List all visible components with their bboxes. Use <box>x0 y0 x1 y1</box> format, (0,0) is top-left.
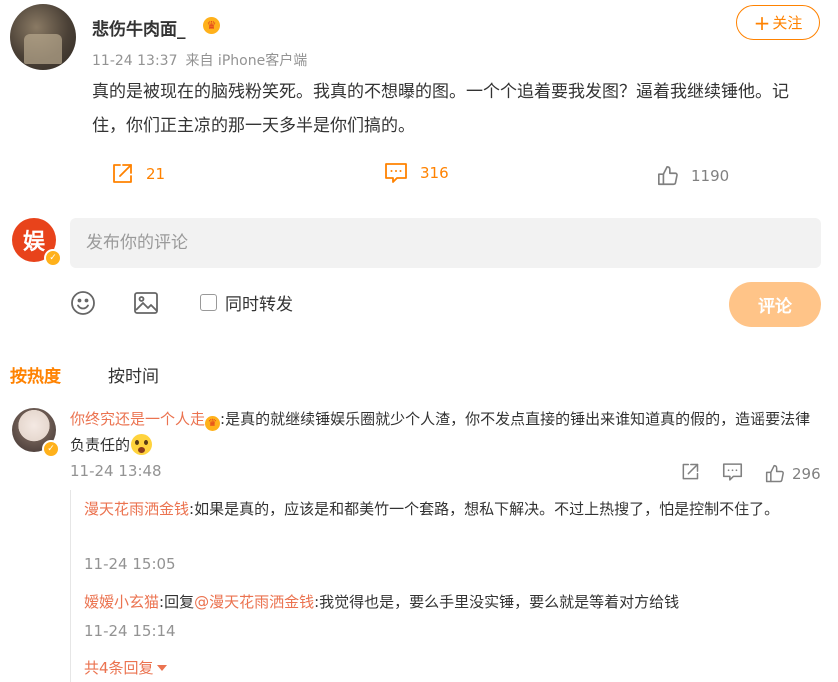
reply-item: 嫒嫒小玄猫:回复@漫天花雨洒金钱:我觉得也是，要么手里没实锤，要么就是等着对方给… <box>84 589 814 615</box>
like-count: 1190 <box>691 167 730 185</box>
commenter-name[interactable]: 你终究还是一个人走 <box>70 410 205 428</box>
forward-label: 同时转发 <box>225 295 293 315</box>
comment-button[interactable]: 316 <box>384 162 449 184</box>
author-avatar[interactable] <box>10 4 76 70</box>
post-time: 11-24 13:37 <box>92 53 178 69</box>
reply-author[interactable]: 漫天花雨洒金钱 <box>84 500 189 518</box>
emoji-icon[interactable] <box>70 290 96 320</box>
author-name[interactable]: 悲伤牛肉面_ <box>92 15 186 40</box>
post-text: 真的是被现在的脑残粉笑死。我真的不想曝的图。一个个追着要我发图？逼着我继续锤他。… <box>92 82 789 136</box>
reply-author[interactable]: 嫒嫒小玄猫 <box>84 593 159 611</box>
follow-label: 关注 <box>772 14 803 32</box>
reply-mention[interactable]: @漫天花雨洒金钱 <box>194 593 314 611</box>
comment-text: 你终究还是一个人走 ♛:是真的就继续锤娱乐圈就少个人渣，你不发点直接的锤出来谁知道… <box>70 406 820 458</box>
vip-crown-icon: ♛ <box>203 17 220 34</box>
share-count: 21 <box>146 165 166 183</box>
reply-body: :如果是真的，应该是和都美竹一个套路，想私下解决。不过上热搜了，怕是控制不住了。 <box>189 500 780 518</box>
tab-sort-hot[interactable]: 按热度 <box>10 362 61 387</box>
comment-count: 316 <box>420 164 449 182</box>
post-source: 来自 iPhone客户端 <box>185 53 308 69</box>
comment-time: 11-24 13:48 <box>70 462 162 480</box>
reply-time: 11-24 15:05 <box>84 555 176 573</box>
plus-icon: + <box>753 10 771 35</box>
reply-body: :我觉得也是，要么手里没实锤，要么就是等着对方给钱 <box>314 593 680 611</box>
submit-comment-button[interactable]: 评论 <box>729 282 821 327</box>
post-meta: 11-24 13:37 来自 iPhone客户端 <box>92 50 307 70</box>
tab-sort-time[interactable]: 按时间 <box>108 362 159 387</box>
follow-button[interactable]: + 关注 <box>736 5 820 40</box>
like-icon <box>658 166 678 186</box>
more-replies-link[interactable]: 共4条回复 <box>84 657 167 678</box>
comment-icon[interactable] <box>722 462 743 486</box>
like-button[interactable]: 296 <box>765 464 821 484</box>
like-button[interactable]: 1190 <box>657 165 729 187</box>
reply-time: 11-24 15:14 <box>84 622 176 640</box>
share-icon[interactable] <box>680 462 700 486</box>
reply-prefix: :回复 <box>159 593 195 611</box>
verified-badge-icon: ✓ <box>42 440 60 458</box>
vip-crown-icon: ♛ <box>205 416 221 431</box>
comment-actions: 296 <box>680 462 821 486</box>
share-icon <box>113 164 132 183</box>
verified-badge-icon: ✓ <box>44 249 62 267</box>
comment-like-count: 296 <box>792 465 821 483</box>
reply-item: 漫天花雨洒金钱:如果是真的，应该是和都美竹一个套路，想私下解决。不过上热搜了，怕… <box>84 496 814 522</box>
surprised-emoji-icon <box>131 434 153 455</box>
checkbox-box[interactable] <box>200 294 217 311</box>
forward-checkbox[interactable]: 同时转发 <box>200 290 293 315</box>
more-replies-label: 共4条回复 <box>84 659 154 677</box>
share-button[interactable]: 21 <box>110 162 165 186</box>
comment-icon <box>385 163 407 183</box>
like-icon <box>765 464 784 483</box>
image-icon[interactable] <box>133 290 159 320</box>
chevron-down-icon <box>156 665 167 671</box>
comment-input[interactable] <box>70 218 821 268</box>
